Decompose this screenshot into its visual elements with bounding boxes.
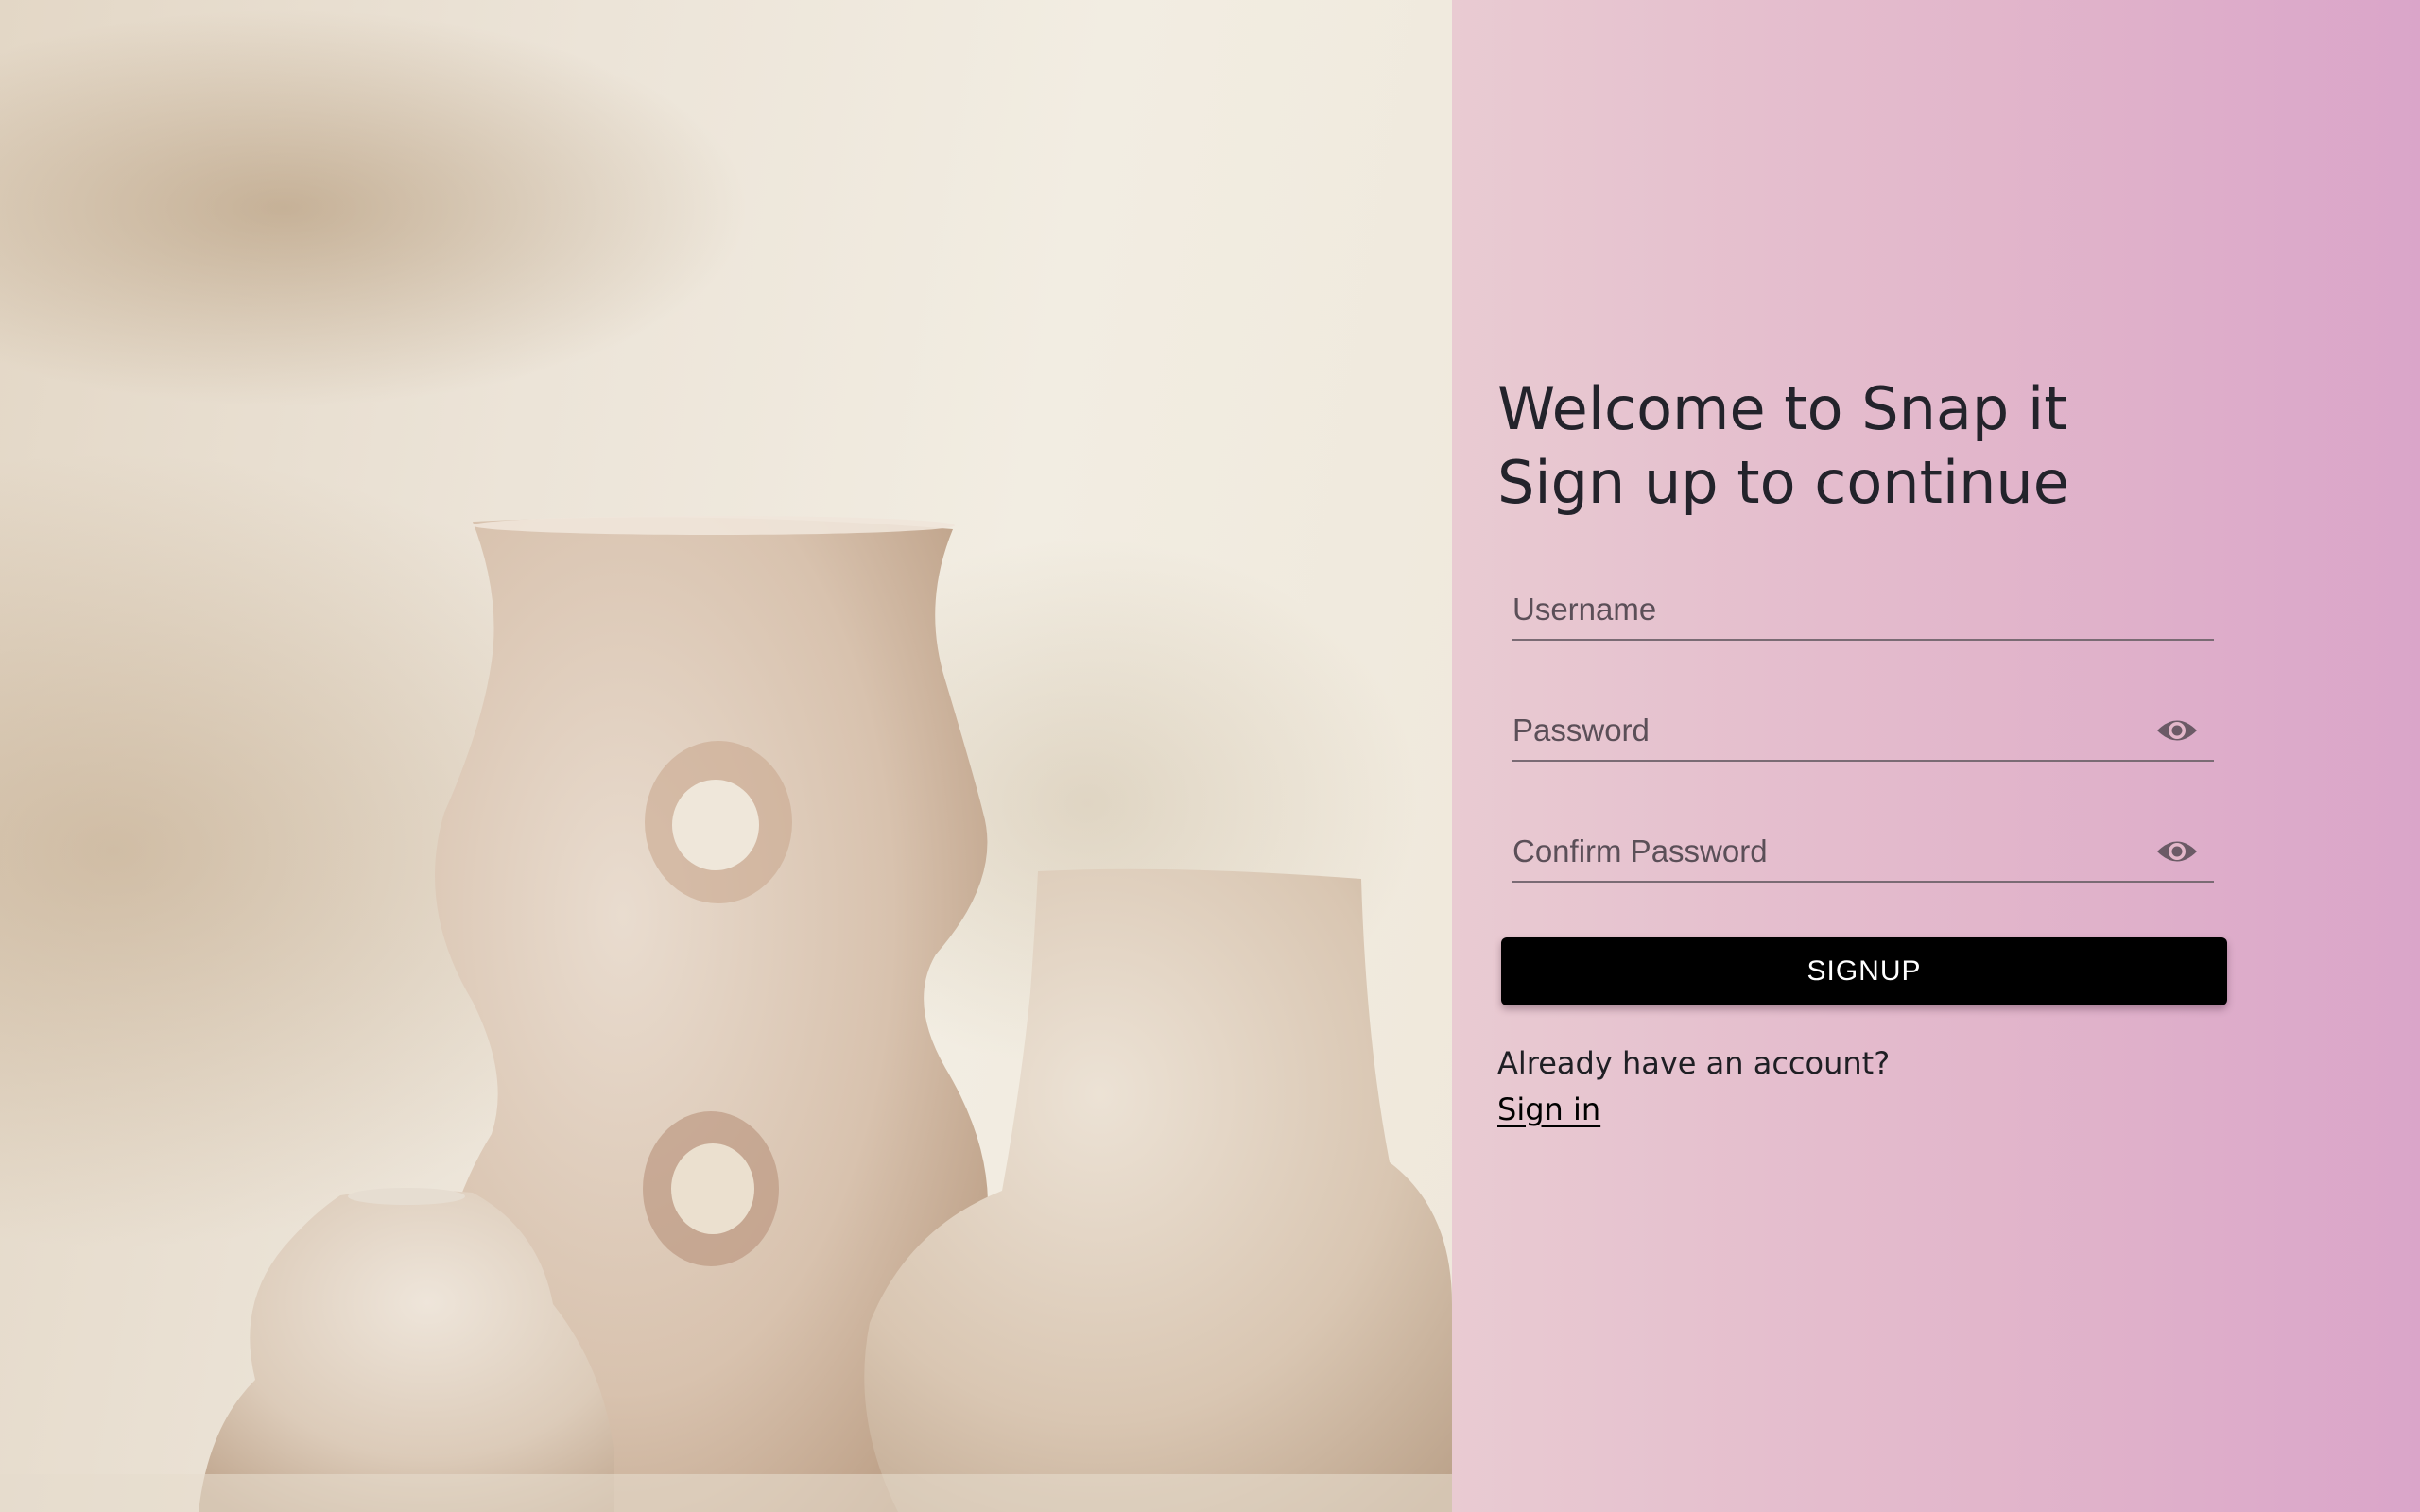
hero-image (0, 0, 1452, 1512)
vase-hole (672, 780, 759, 870)
confirm-password-input[interactable] (1512, 824, 2136, 879)
username-field (1512, 582, 2214, 641)
signup-panel: Welcome to Snap it Sign up to continue S… (1452, 0, 2420, 1512)
existing-account-prompt: Already have an account? (1497, 1045, 1891, 1081)
password-field (1512, 703, 2214, 762)
username-input[interactable] (1512, 582, 2136, 637)
password-input[interactable] (1512, 703, 2136, 758)
vase-hole (671, 1143, 754, 1234)
vases-illustration (0, 516, 1452, 1512)
signin-link[interactable]: Sign in (1497, 1091, 1600, 1127)
title-line-welcome: Welcome to Snap it (1497, 374, 2067, 443)
eye-icon[interactable] (2155, 835, 2199, 868)
eye-icon[interactable] (2155, 714, 2199, 747)
page-title: Welcome to Snap it Sign up to continue (1497, 372, 2069, 520)
confirm-password-field (1512, 824, 2214, 883)
signup-button[interactable]: SIGNUP (1501, 937, 2227, 1005)
title-line-signup: Sign up to continue (1497, 448, 2069, 517)
